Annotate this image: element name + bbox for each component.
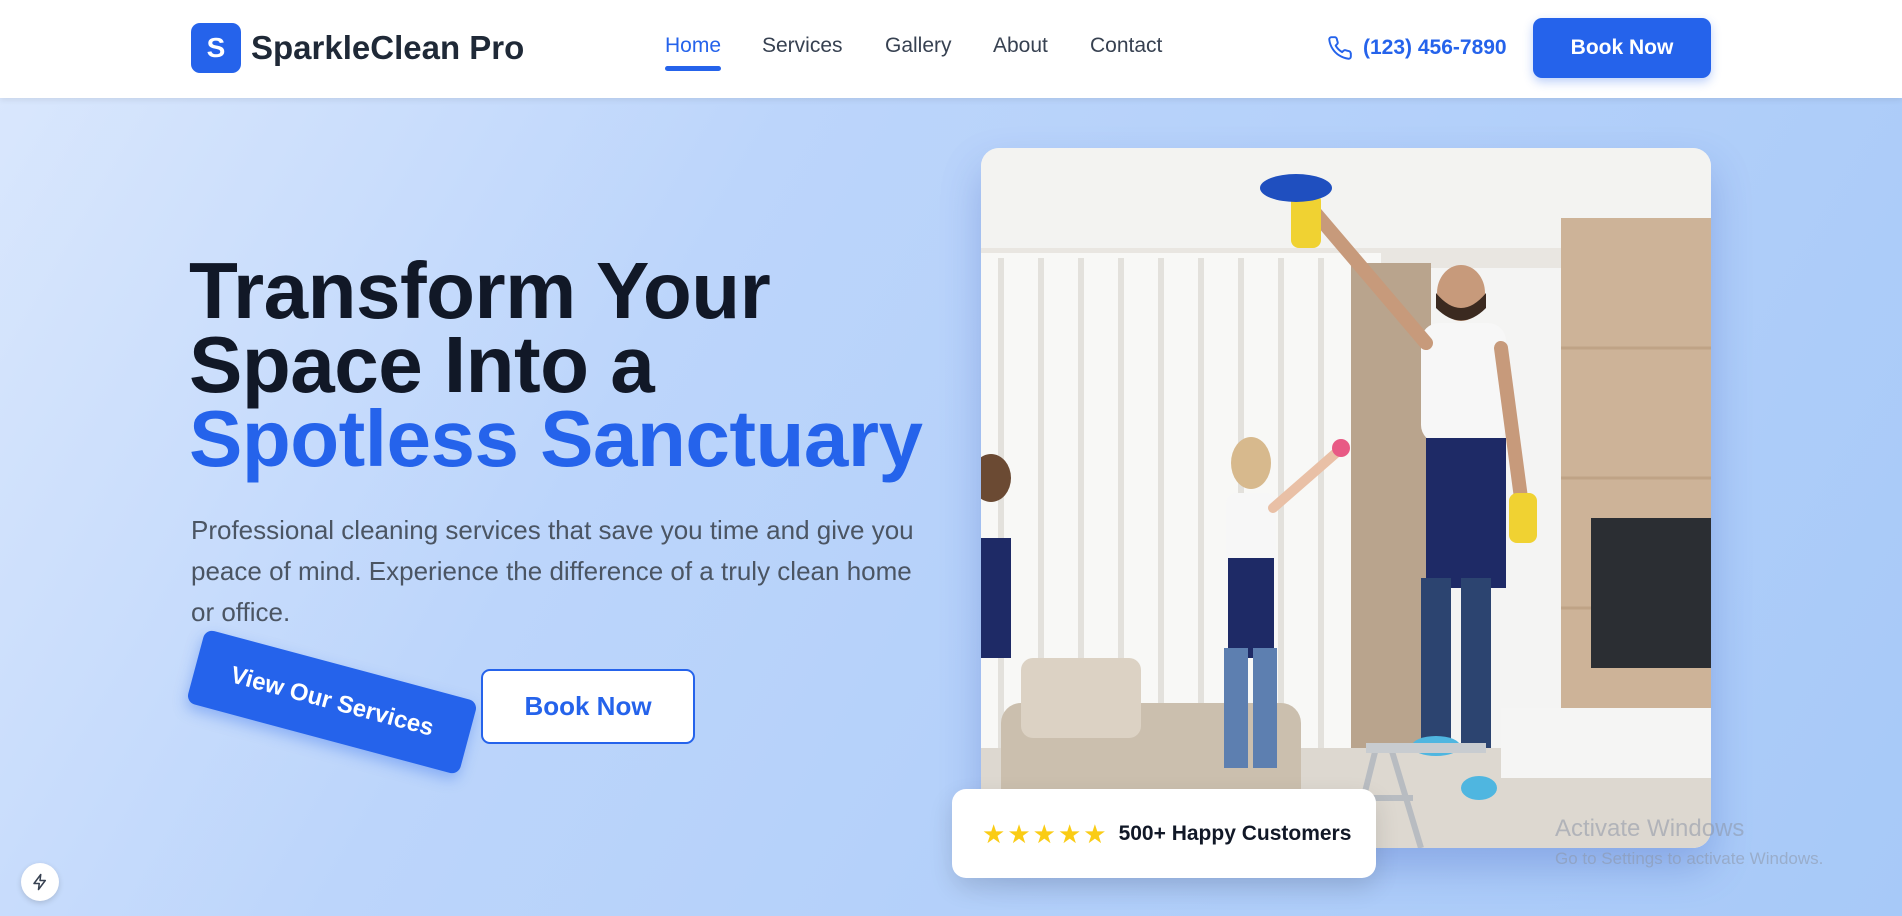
star-icon: ★ xyxy=(1032,818,1056,849)
lightning-icon[interactable] xyxy=(21,863,59,901)
phone-icon xyxy=(1328,36,1352,60)
hero-book-now-button[interactable]: Book Now xyxy=(481,669,695,744)
hero-title: Transform Your Space Into a Spotless San… xyxy=(189,246,949,483)
star-icon: ★ xyxy=(982,818,1006,849)
brand-name[interactable]: SparkleClean Pro xyxy=(251,28,524,68)
nav-item-about[interactable]: About xyxy=(993,30,1048,62)
windows-activation-hint: Go to Settings to activate Windows. xyxy=(1555,849,1824,868)
nav-item-gallery[interactable]: Gallery xyxy=(885,30,952,62)
site-header: S SparkleClean Pro Home Services Gallery… xyxy=(0,0,1902,98)
logo-icon[interactable]: S xyxy=(191,23,241,73)
header-book-now-button[interactable]: Book Now xyxy=(1533,18,1711,78)
active-nav-indicator xyxy=(665,66,722,71)
nav-item-services[interactable]: Services xyxy=(762,30,843,62)
phone-link[interactable]: (123) 456-7890 xyxy=(1327,33,1507,63)
nav-item-home[interactable]: Home xyxy=(665,30,722,71)
nav-item-label: Home xyxy=(665,34,722,57)
happy-customers-text: 500+ Happy Customers xyxy=(1118,821,1352,845)
hero-description: Professional cleaning services that save… xyxy=(191,515,914,627)
windows-activation-watermark: Activate Windows xyxy=(1555,815,1745,842)
phone-number: (123) 456-7890 xyxy=(1363,36,1507,59)
hero-image xyxy=(981,148,1711,848)
happy-customers-badge: ★ ★ ★ ★ ★ 500+ Happy Customers xyxy=(952,789,1376,878)
star-icon: ★ xyxy=(1057,818,1082,849)
hero-title-line-2: Space Into a xyxy=(189,320,655,409)
rating-stars: ★ ★ ★ ★ ★ xyxy=(982,821,1107,847)
hero-title-accent: Spotless Sanctuary xyxy=(189,394,923,483)
hero-title-line-1: Transform Your xyxy=(189,246,771,335)
view-services-button[interactable]: View Our Services xyxy=(185,628,479,776)
star-icon: ★ xyxy=(1007,818,1031,849)
cleaning-team-photo xyxy=(981,148,1711,848)
star-icon: ★ xyxy=(1083,818,1107,849)
nav-item-contact[interactable]: Contact xyxy=(1090,30,1162,62)
